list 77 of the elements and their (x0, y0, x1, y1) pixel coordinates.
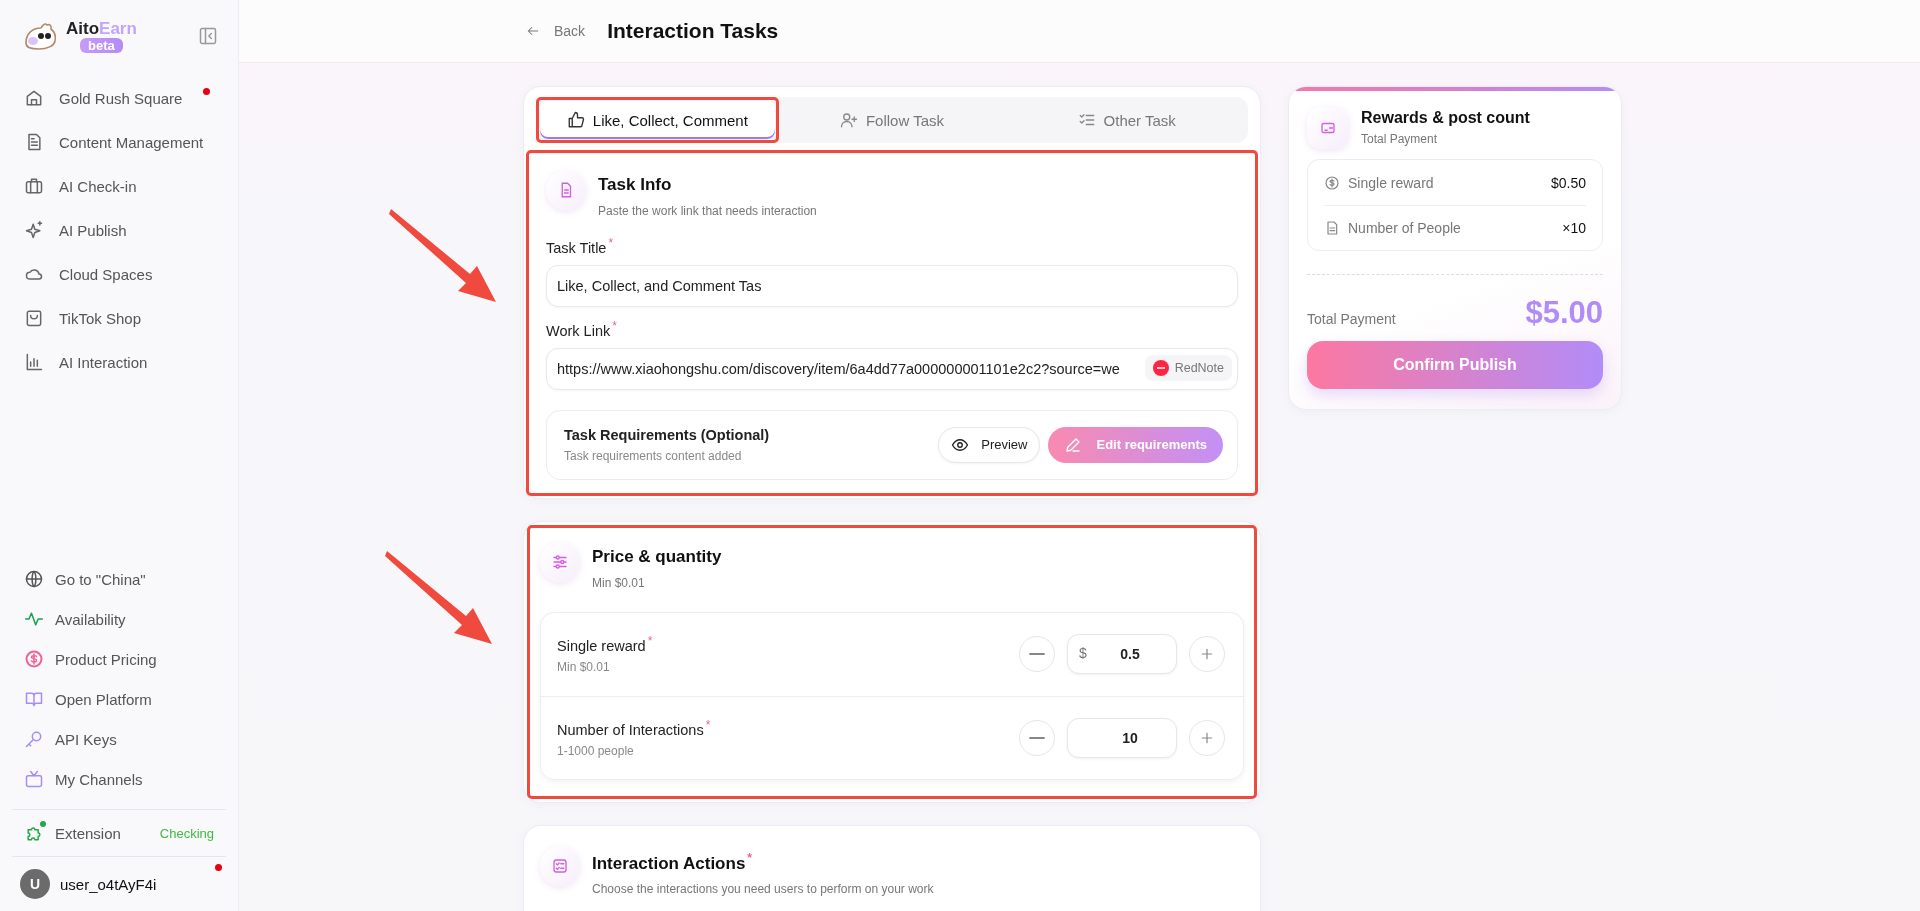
nav-item[interactable]: Cloud Spaces (0, 252, 238, 296)
currency-prefix: $ (1079, 645, 1087, 662)
page-title: Interaction Tasks (607, 19, 779, 43)
summary-label: Number of People (1348, 220, 1462, 236)
nav-item[interactable]: My Channels (0, 759, 238, 799)
section-subtitle: Min $0.01 (592, 575, 646, 590)
sliders-icon (540, 541, 580, 582)
add-user-icon (839, 111, 858, 129)
book-icon (24, 689, 44, 709)
tab[interactable]: Like, Collect, Comment (540, 101, 775, 139)
globe-icon (24, 569, 44, 589)
row-label: Number of Interactions$^{*}$ (557, 717, 712, 738)
summary-title: Rewards & post count (1361, 109, 1530, 127)
decrease-button[interactable] (1019, 636, 1055, 673)
key-icon (24, 729, 44, 749)
number-field[interactable]: 10 (1067, 717, 1177, 758)
tab[interactable]: Follow Task (774, 101, 1010, 139)
section-title: Price & quantity (592, 546, 722, 567)
shopping-bag-icon (24, 308, 44, 328)
minus-icon (1029, 735, 1045, 740)
nav-item[interactable]: Availability (0, 599, 238, 639)
home-icon (24, 88, 44, 108)
sparkle-icon (24, 220, 44, 240)
nav-item[interactable]: Gold Rush Square (0, 76, 238, 120)
summary-value: ×10 (1562, 220, 1586, 236)
extension-status: Checking (159, 825, 214, 841)
user-name: user_o4tAyF4i (60, 875, 157, 893)
decrease-button[interactable] (1019, 719, 1055, 756)
thumbs-up-icon (566, 111, 585, 129)
nav-item[interactable]: AI Publish (0, 208, 238, 252)
document-icon (1324, 220, 1340, 236)
row-label: Single reward$^{*}$ (557, 634, 654, 655)
section-subtitle: Choose the interactions you need users to perform on your work (592, 882, 934, 897)
summary-label: Single reward (1348, 174, 1435, 191)
section-title: Task Info (598, 175, 673, 195)
nav-item[interactable]: Open Platform (0, 679, 238, 719)
section-subtitle: Paste the work link that needs interaction (598, 204, 817, 218)
extension-label: Extension (55, 824, 122, 842)
tab[interactable]: Other Task (1009, 101, 1244, 139)
checklist-icon (540, 845, 580, 886)
pulse-icon (24, 609, 44, 629)
field-label: Work Link$^{*}$ (546, 318, 618, 339)
minus-icon (1029, 652, 1045, 657)
dollar-icon (24, 649, 44, 669)
nav-item[interactable]: AI Interaction (0, 340, 238, 384)
brand-name: AitoEarn (66, 19, 137, 37)
extension-row[interactable]: Extension Checking (0, 810, 238, 856)
document-icon (546, 170, 586, 210)
summary-subtitle: Total Payment (1361, 132, 1439, 146)
total-amount: $5.00 (1525, 295, 1603, 331)
row-hint: Min $0.01 (557, 660, 611, 675)
back-arrow-icon (526, 24, 540, 38)
text-field[interactable]: Like, Collect, and Comment Tas (546, 264, 1238, 307)
requirements-status: Task requirements content added (564, 448, 743, 463)
total-label: Total Payment (1307, 311, 1396, 327)
sidebar-collapse-icon (198, 26, 218, 46)
preview-button[interactable]: Preview (938, 426, 1041, 463)
nav-item[interactable]: AI Check-in (0, 164, 238, 208)
nav-item[interactable]: Product Pricing (0, 639, 238, 679)
nav-item[interactable]: Content Management (0, 120, 238, 164)
nav-item[interactable]: API Keys (0, 719, 238, 759)
dollar-icon (1324, 174, 1340, 191)
summary-value: $0.50 (1550, 174, 1586, 191)
requirements-title: Task Requirements (Optional) (564, 426, 771, 443)
wallet-icon (1307, 107, 1349, 149)
nav-item[interactable]: Go to "China" (0, 559, 238, 599)
nav-item[interactable]: TikTok Shop (0, 296, 238, 340)
bar-chart-icon (24, 352, 44, 372)
back-button[interactable]: Back (526, 23, 586, 39)
field-label: Task Title$^{*}$ (546, 236, 615, 256)
platform-badge: RedNote (1144, 354, 1232, 381)
row-hint: 1-1000 people (557, 743, 635, 758)
tv-icon (24, 769, 44, 789)
beta-badge: beta (80, 37, 123, 53)
section-title: Interaction Actions$^{*}$ (592, 850, 753, 874)
user-avatar[interactable]: U (20, 869, 50, 899)
briefcase-icon (24, 176, 44, 196)
